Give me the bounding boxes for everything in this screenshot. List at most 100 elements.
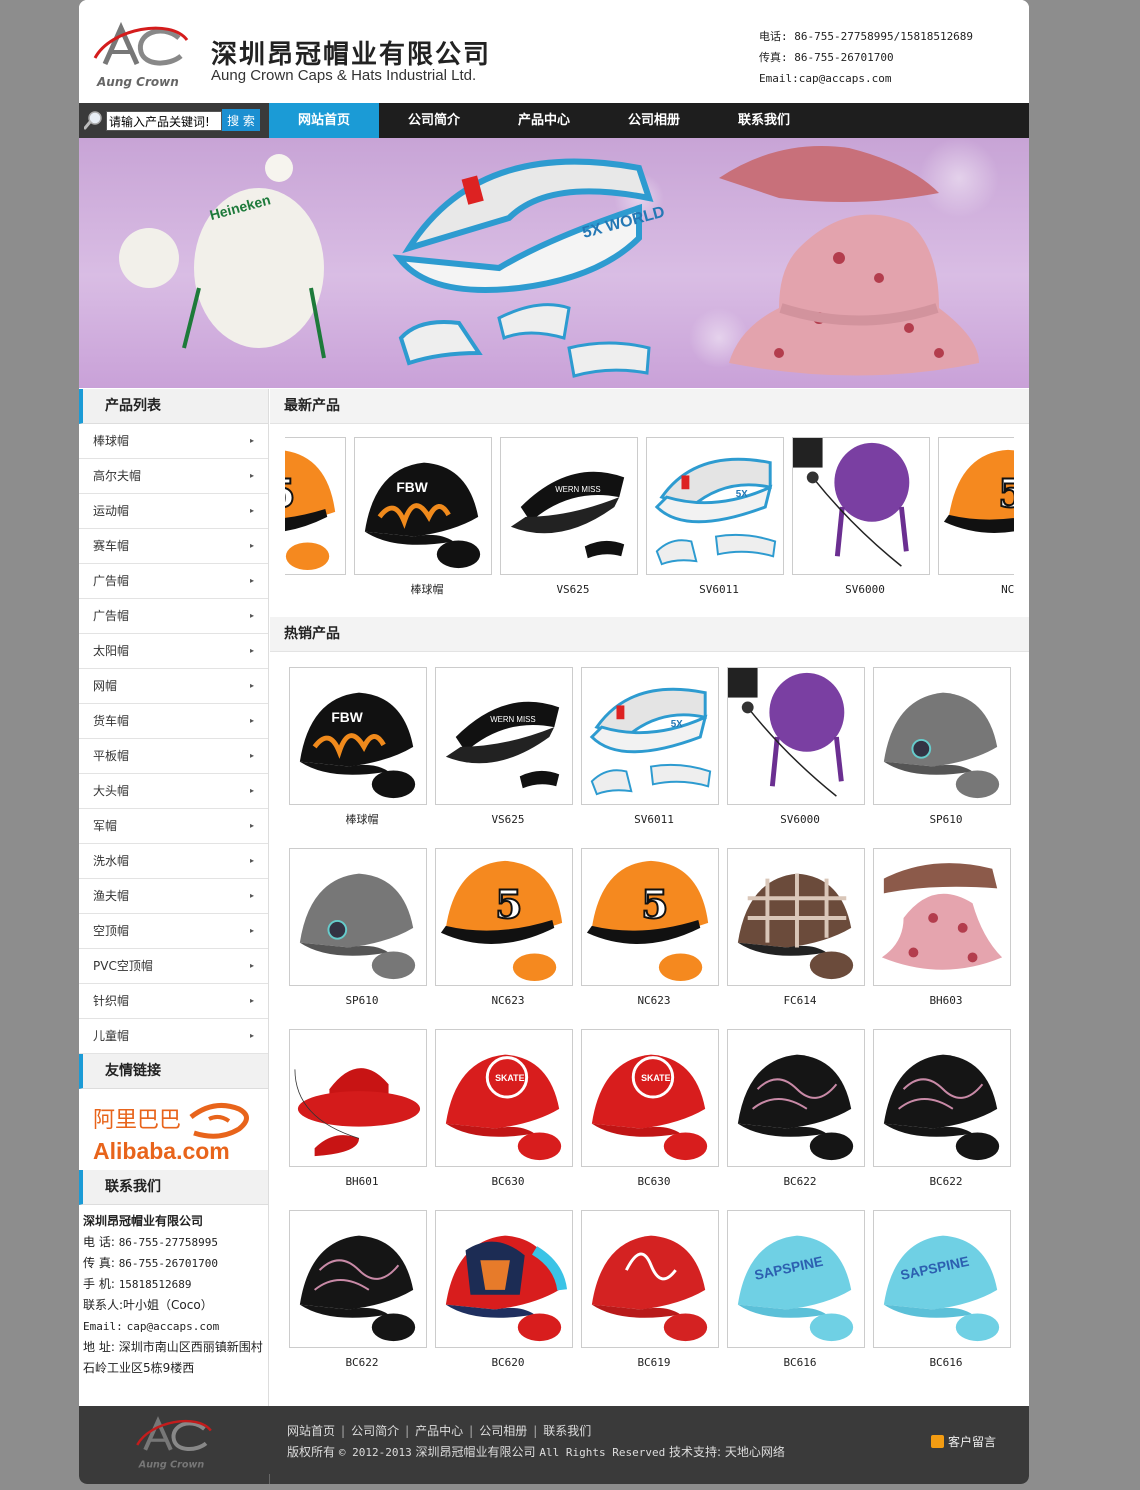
category-item[interactable]: 洗水帽 ▸ [79, 844, 268, 879]
product-image[interactable] [873, 667, 1011, 805]
product-image[interactable] [792, 437, 930, 575]
product-name[interactable]: SP610 [873, 805, 1019, 835]
product-image[interactable] [289, 1210, 427, 1348]
product-name[interactable]: NC623 [435, 986, 581, 1016]
product-name[interactable]: NC6 [938, 575, 1014, 605]
category-item[interactable]: 广告帽 ▸ [79, 564, 268, 599]
nav-item-5[interactable]: 联系我们 [709, 103, 819, 138]
product-image[interactable]: FBW [289, 667, 427, 805]
product-card[interactable]: BC622 [727, 1029, 873, 1210]
product-card[interactable]: FBW 棒球帽 [289, 667, 435, 848]
product-image[interactable]: 5 [435, 848, 573, 986]
product-name[interactable]: SV6000 [727, 805, 873, 835]
product-image[interactable]: SKATE [581, 1029, 719, 1167]
product-image[interactable]: SKATE [435, 1029, 573, 1167]
product-image[interactable]: WERN MISS [500, 437, 638, 575]
product-card[interactable]: 5 NC623 [581, 848, 727, 1029]
footer-link[interactable]: 产品中心 [415, 1424, 463, 1438]
product-image[interactable]: FBW [354, 437, 492, 575]
category-item[interactable]: 空顶帽 ▸ [79, 914, 268, 949]
guestbook-link[interactable]: 客户留言 [931, 1433, 996, 1450]
product-name[interactable]: BC616 [727, 1348, 873, 1378]
category-item[interactable]: 赛车帽 ▸ [79, 529, 268, 564]
product-name[interactable]: SV6011 [581, 805, 727, 835]
product-image[interactable] [727, 848, 865, 986]
product-card[interactable]: BC620 [435, 1210, 581, 1391]
product-name[interactable]: NC623 [581, 986, 727, 1016]
alibaba-link[interactable]: 阿里巴巴 Alibaba.com [79, 1089, 268, 1170]
product-card[interactable]: 5 NC6 [938, 437, 1014, 605]
product-image[interactable] [873, 848, 1011, 986]
product-name[interactable]: BC622 [727, 1167, 873, 1197]
product-card[interactable]: 5X SV6011 [581, 667, 727, 848]
product-name[interactable]: FC614 [727, 986, 873, 1016]
category-item[interactable]: 高尔夫帽 ▸ [79, 459, 268, 494]
product-name[interactable]: BC620 [435, 1348, 581, 1378]
product-card[interactable]: SV6000 [792, 437, 938, 605]
product-name[interactable]: BC630 [581, 1167, 727, 1197]
product-name[interactable]: 3 [285, 575, 354, 605]
product-card[interactable]: FC614 [727, 848, 873, 1029]
product-card[interactable]: SKATE BC630 [581, 1029, 727, 1210]
product-image[interactable] [581, 1210, 719, 1348]
category-item[interactable]: 货车帽 ▸ [79, 704, 268, 739]
product-image[interactable] [289, 1029, 427, 1167]
nav-item-4[interactable]: 公司相册 [599, 103, 709, 138]
category-item[interactable]: 太阳帽 ▸ [79, 634, 268, 669]
product-card[interactable]: BC622 [289, 1210, 435, 1391]
product-image[interactable]: 5X [646, 437, 784, 575]
nav-item-1[interactable]: 网站首页 [269, 103, 379, 138]
product-image[interactable] [727, 667, 865, 805]
search-input[interactable] [106, 111, 222, 131]
category-item[interactable]: 网帽 ▸ [79, 669, 268, 704]
product-name[interactable]: 棒球帽 [289, 805, 435, 835]
category-item[interactable]: 广告帽 ▸ [79, 599, 268, 634]
category-item[interactable]: 儿童帽 ▸ [79, 1019, 268, 1054]
product-image[interactable] [435, 1210, 573, 1348]
footer-link[interactable]: 公司简介 [351, 1424, 399, 1438]
product-card[interactable]: BC622 [873, 1029, 1019, 1210]
product-image[interactable]: 5 [938, 437, 1014, 575]
product-card[interactable]: WERN MISS VS625 [500, 437, 646, 605]
product-card[interactable]: SP610 [873, 667, 1019, 848]
product-card[interactable]: SAPSPINE BC616 [873, 1210, 1019, 1391]
category-item[interactable]: 棒球帽 ▸ [79, 424, 268, 459]
email-value[interactable]: cap@accaps.com [127, 1320, 220, 1333]
footer-link[interactable]: 网站首页 [287, 1424, 335, 1438]
product-card[interactable]: SP610 [289, 848, 435, 1029]
nav-item-2[interactable]: 公司简介 [379, 103, 489, 138]
product-name[interactable]: VS625 [435, 805, 581, 835]
product-name[interactable]: BC619 [581, 1348, 727, 1378]
product-card[interactable]: BC619 [581, 1210, 727, 1391]
hero-banner[interactable]: Heineken 5X WORLD [79, 138, 1029, 388]
product-card[interactable]: SV6000 [727, 667, 873, 848]
product-name[interactable]: SV6011 [646, 575, 792, 605]
category-item[interactable]: 平板帽 ▸ [79, 739, 268, 774]
product-card[interactable]: SKATE BC630 [435, 1029, 581, 1210]
product-card[interactable]: BH603 [873, 848, 1019, 1029]
category-item[interactable]: 针织帽 ▸ [79, 984, 268, 1019]
product-card[interactable]: BH601 [289, 1029, 435, 1210]
product-name[interactable]: 棒球帽 [354, 575, 500, 605]
product-name[interactable]: BC616 [873, 1348, 1019, 1378]
category-item[interactable]: 运动帽 ▸ [79, 494, 268, 529]
footer-link[interactable]: 公司相册 [479, 1424, 527, 1438]
product-card[interactable]: 5 NC623 [435, 848, 581, 1029]
product-card[interactable]: WERN MISS VS625 [435, 667, 581, 848]
search-button[interactable]: 搜 索 [222, 109, 260, 131]
product-name[interactable]: BH601 [289, 1167, 435, 1197]
category-item[interactable]: 大头帽 ▸ [79, 774, 268, 809]
product-name[interactable]: BC622 [289, 1348, 435, 1378]
product-card[interactable]: 5X SV6011 [646, 437, 792, 605]
product-card[interactable]: SAPSPINE BC616 [727, 1210, 873, 1391]
product-image[interactable] [873, 1029, 1011, 1167]
product-name[interactable]: BC622 [873, 1167, 1019, 1197]
product-image[interactable] [289, 848, 427, 986]
product-name[interactable]: SV6000 [792, 575, 938, 605]
category-item[interactable]: PVC空顶帽 ▸ [79, 949, 268, 984]
footer-logo[interactable]: Aung Crown [134, 1412, 214, 1474]
category-item[interactable]: 渔夫帽 ▸ [79, 879, 268, 914]
product-image[interactable]: 5X [581, 667, 719, 805]
product-image[interactable]: 5 [285, 437, 346, 575]
product-card[interactable]: FBW 棒球帽 [354, 437, 500, 605]
